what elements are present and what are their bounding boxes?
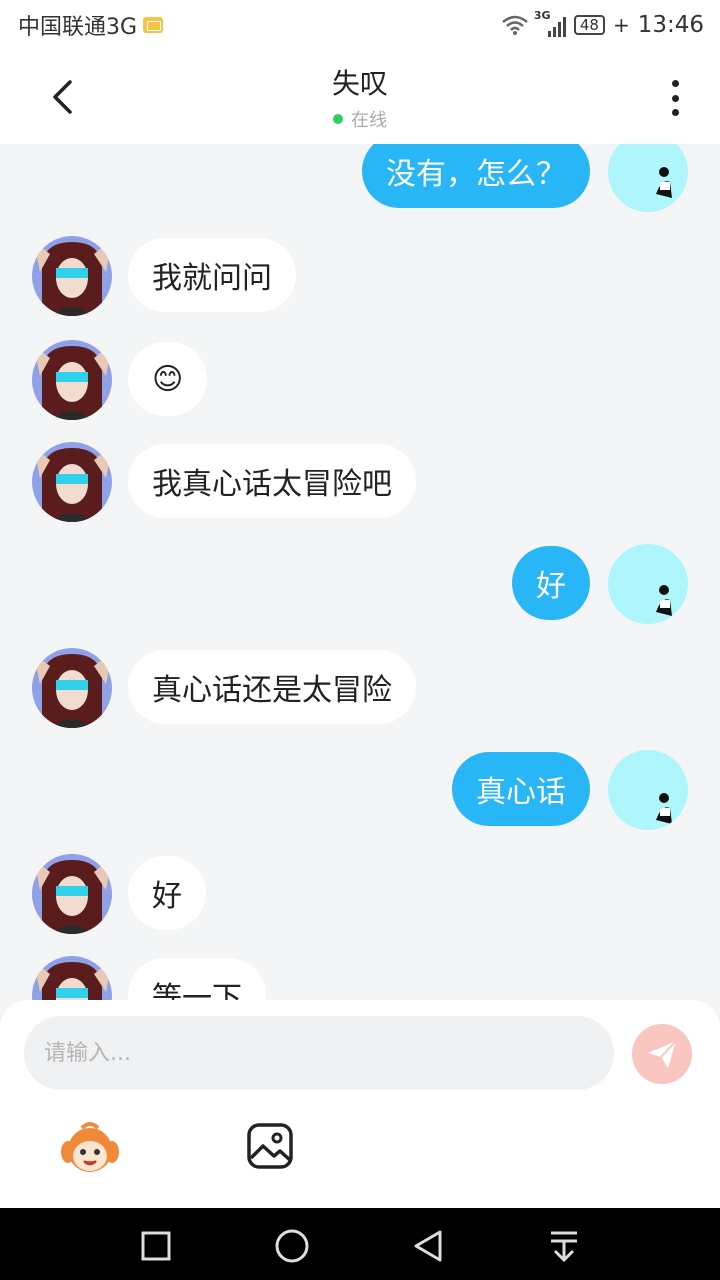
image-button[interactable] <box>246 1122 294 1170</box>
more-dot <box>671 109 679 116</box>
clock: 13:46 <box>637 12 704 38</box>
incoming-message[interactable]: 等一下 <box>128 958 266 1000</box>
home-button[interactable] <box>272 1226 312 1266</box>
pull-down-icon <box>551 1231 577 1263</box>
contact-avatar[interactable] <box>32 442 112 522</box>
contact-avatar[interactable] <box>32 956 112 1000</box>
recent-apps-button[interactable] <box>136 1226 176 1266</box>
contact-name: 失叹 <box>331 67 388 100</box>
contact-avatar-image <box>32 340 112 420</box>
emoji-face-icon <box>61 1122 119 1172</box>
signal-icon: 3G <box>534 9 566 37</box>
outgoing-message[interactable]: 真心话 <box>452 752 590 826</box>
contact-avatar-image <box>32 854 112 934</box>
incoming-message[interactable]: 我真心话太冒险吧 <box>128 444 416 518</box>
outgoing-message[interactable]: 好 <box>512 546 590 620</box>
my-avatar[interactable] <box>608 544 688 624</box>
circle-icon <box>275 1229 309 1263</box>
battery-level: 48 <box>579 16 599 34</box>
battery-icon: 48 <box>573 15 605 35</box>
title-block: 失叹 在线 <box>0 62 720 132</box>
composer <box>0 1000 720 1208</box>
contact-avatar-image <box>32 648 112 728</box>
charging-icon: + <box>612 13 630 37</box>
more-dot <box>671 94 679 102</box>
status-right: 3G 48 + 13:46 <box>502 9 704 38</box>
contact-avatar[interactable] <box>32 340 112 420</box>
incoming-message[interactable]: 好 <box>128 856 206 930</box>
online-dot-icon <box>333 114 343 124</box>
square-icon <box>141 1231 171 1261</box>
presence-label: 在线 <box>351 110 387 131</box>
contact-avatar[interactable] <box>32 854 112 934</box>
back-nav-button[interactable] <box>408 1226 448 1266</box>
sim-card-icon <box>143 17 164 33</box>
my-avatar[interactable] <box>608 144 688 212</box>
carrier-label: 中国联通3G <box>18 15 138 40</box>
presence-indicator: 在线 <box>0 106 720 132</box>
notification-drawer-button[interactable] <box>544 1226 584 1266</box>
my-avatar-image <box>608 750 688 830</box>
status-left: 中国联通3G <box>18 9 164 41</box>
contact-avatar-image <box>32 236 112 316</box>
send-button[interactable] <box>632 1024 692 1084</box>
message-input[interactable] <box>24 1016 614 1090</box>
triangle-back-icon <box>414 1230 442 1262</box>
contact-avatar-image <box>32 956 112 1000</box>
send-icon <box>648 1040 677 1068</box>
more-options-button[interactable] <box>660 76 690 120</box>
incoming-message[interactable]: 真心话还是太冒险 <box>128 650 416 724</box>
incoming-message[interactable]: 我就问问 <box>128 238 296 312</box>
image-icon <box>247 1123 293 1169</box>
chat-header: 失叹 在线 <box>0 50 720 144</box>
my-avatar-image <box>608 144 688 212</box>
contact-avatar[interactable] <box>32 648 112 728</box>
emoji-button[interactable] <box>60 1118 120 1178</box>
my-avatar[interactable] <box>608 750 688 830</box>
message-list[interactable]: 没有，怎么？ 我就问问 😊 我真心话太冒险吧 好 真心话还是太冒险 真心话 好 … <box>0 144 720 1000</box>
my-avatar-image <box>608 544 688 624</box>
contact-avatar-image <box>32 442 112 522</box>
network-type-label: 3G <box>533 9 551 22</box>
outgoing-message[interactable]: 没有，怎么？ <box>362 144 590 208</box>
status-bar: 中国联通3G 3G 48 + 13:46 <box>0 0 720 50</box>
wifi-icon <box>502 15 528 35</box>
system-nav-bar <box>0 1208 720 1280</box>
contact-avatar[interactable] <box>32 236 112 316</box>
incoming-message[interactable]: 😊 <box>128 342 208 416</box>
more-vertical-icon <box>671 80 679 87</box>
